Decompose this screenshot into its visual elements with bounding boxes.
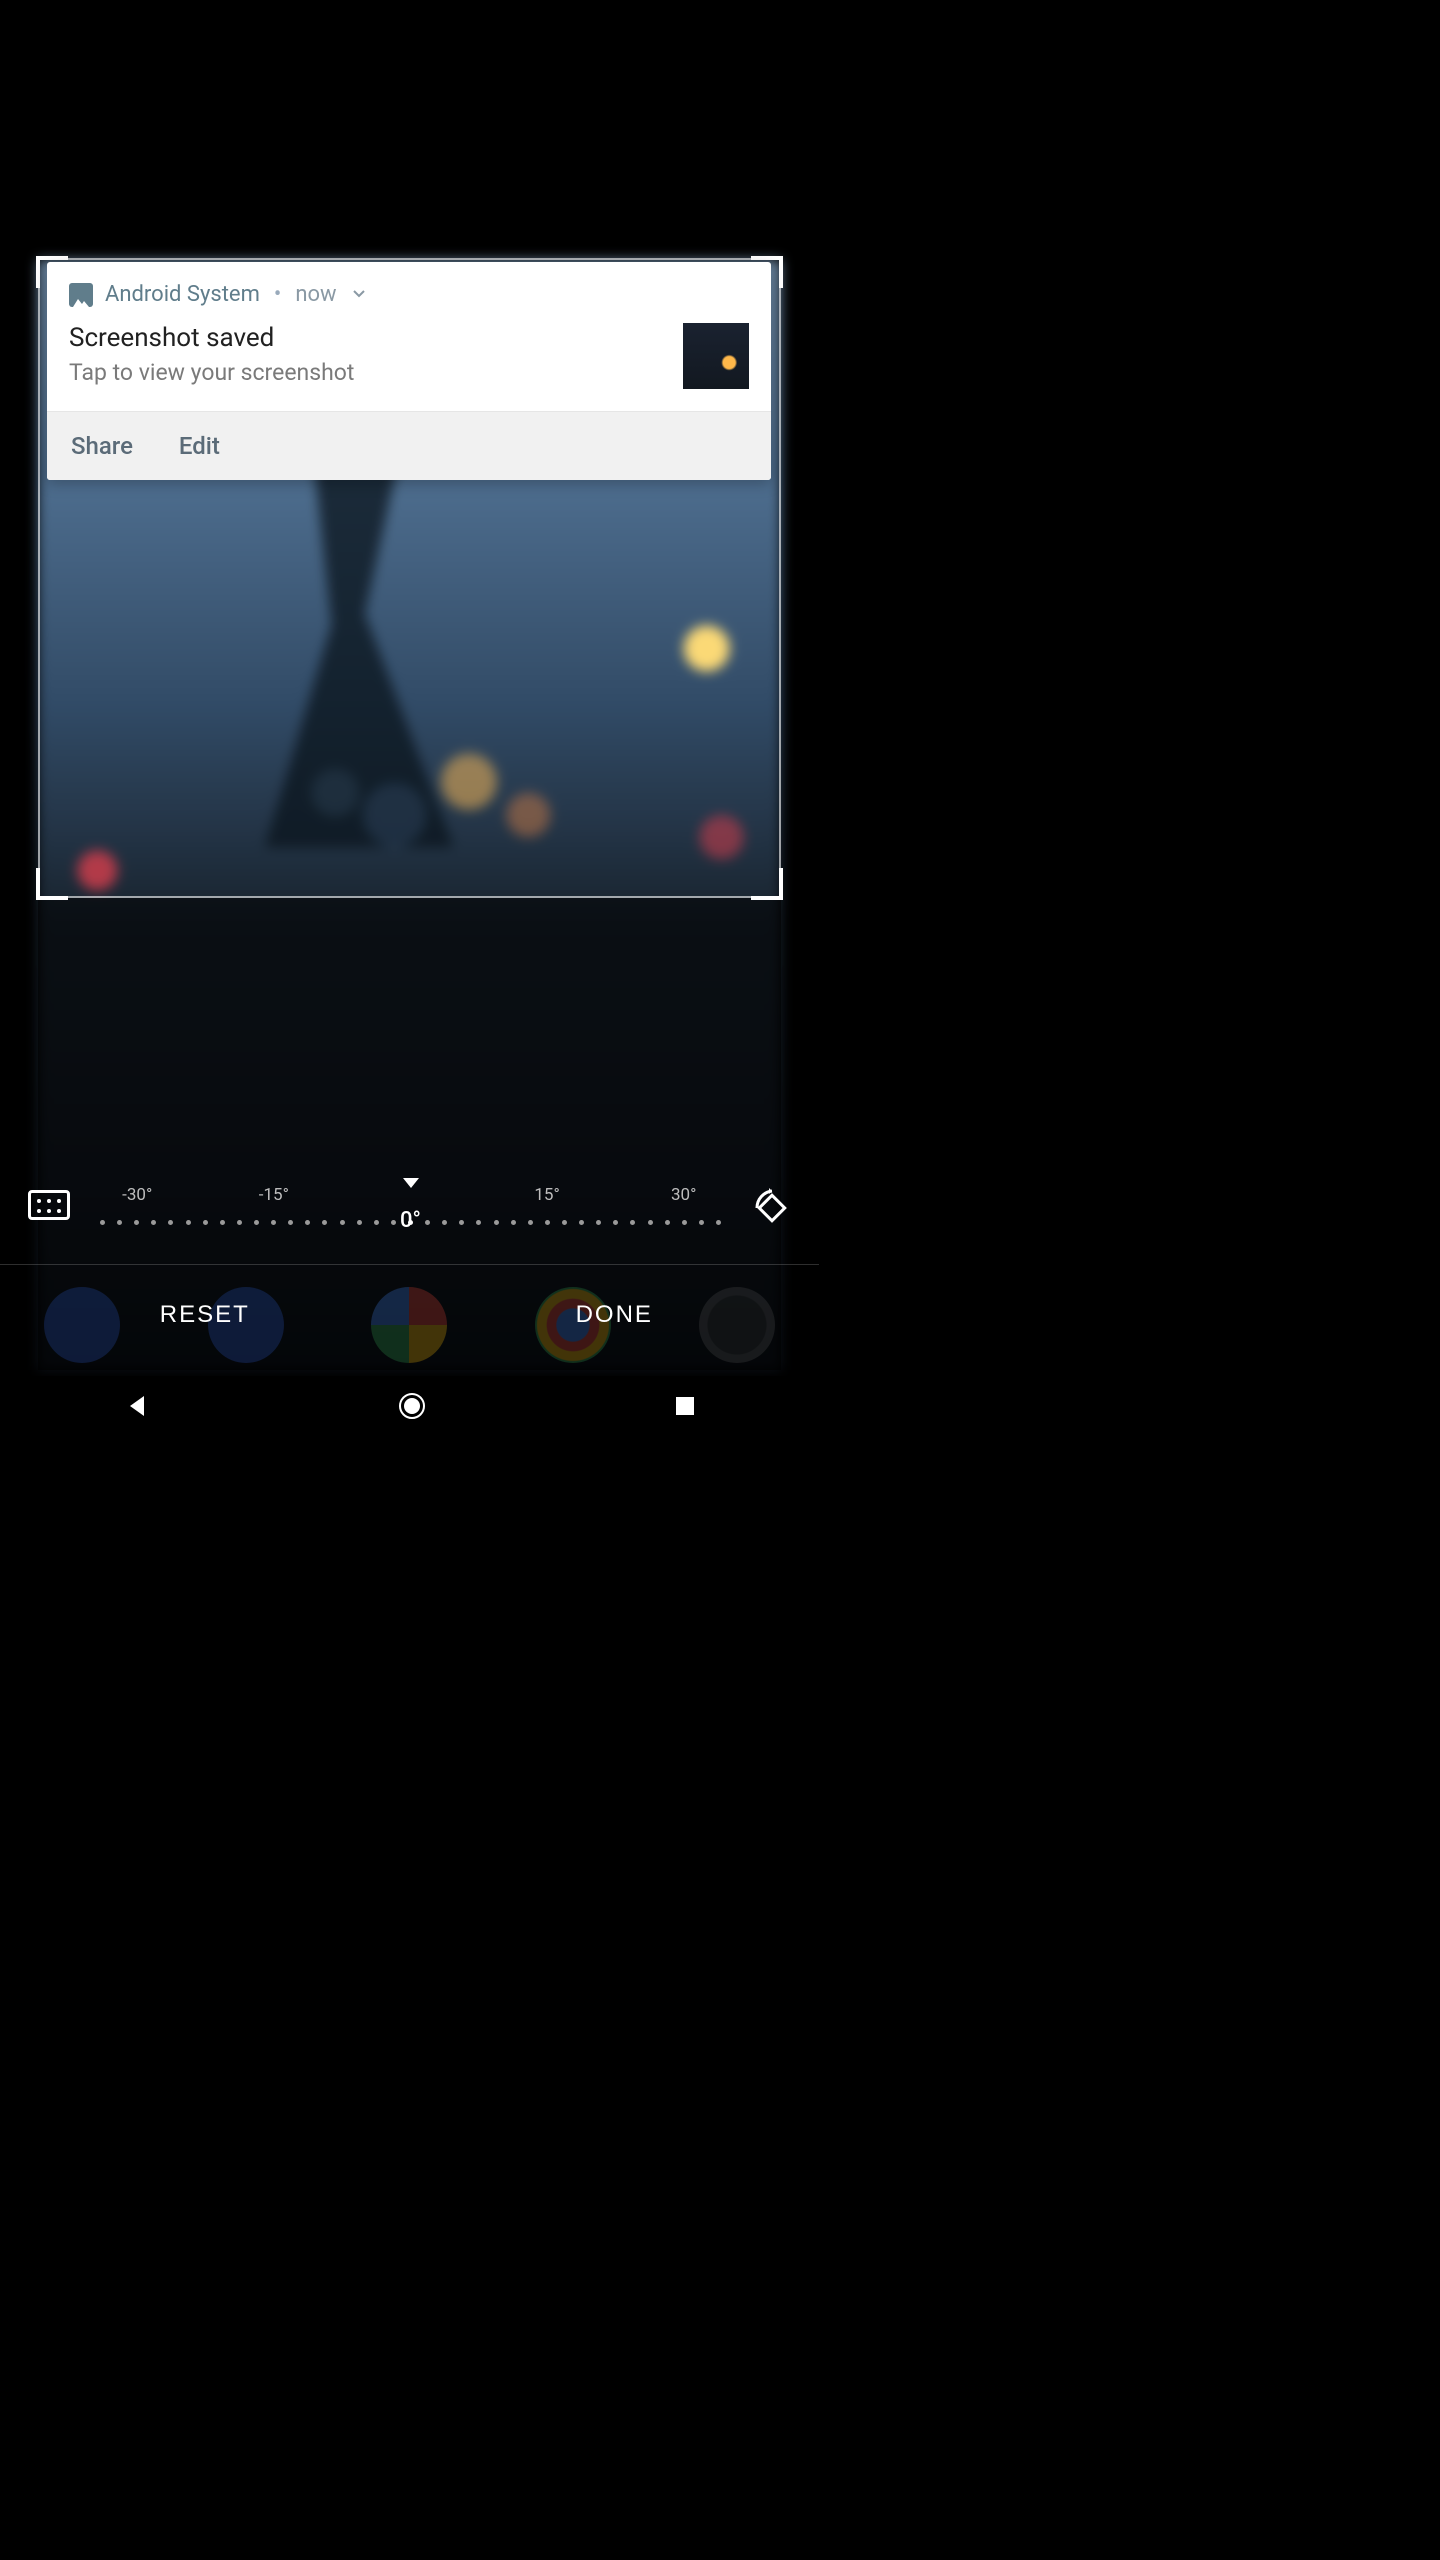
- image-icon: [69, 283, 93, 307]
- android-nav-bar: [0, 1376, 819, 1440]
- nav-home-button[interactable]: [397, 1391, 427, 1425]
- dial-current-value: 0°: [400, 1208, 421, 1233]
- chevron-down-icon[interactable]: [349, 283, 369, 307]
- dial-label: -15°: [259, 1185, 289, 1205]
- notification-time: now: [295, 282, 336, 307]
- share-button[interactable]: Share: [71, 432, 133, 460]
- rotation-dial[interactable]: -30° -15° 15° 30° 0°: [100, 1185, 721, 1225]
- dial-label: 15°: [534, 1185, 559, 1205]
- screenshot-thumbnail: [683, 323, 749, 389]
- edit-button[interactable]: Edit: [179, 432, 220, 460]
- notification-header[interactable]: Android System • now: [47, 262, 771, 313]
- nav-recent-button[interactable]: [674, 1395, 696, 1421]
- done-button[interactable]: DONE: [410, 1265, 820, 1364]
- rotate-90-button[interactable]: [751, 1185, 791, 1225]
- notification-title: Screenshot saved: [69, 323, 354, 353]
- aspect-ratio-button[interactable]: [28, 1190, 70, 1220]
- screenshot-notification[interactable]: Android System • now Screenshot saved Ta…: [47, 262, 771, 480]
- dial-label: -30°: [122, 1185, 152, 1205]
- dial-label: 30°: [671, 1185, 696, 1205]
- notification-body[interactable]: Screenshot saved Tap to view your screen…: [47, 313, 771, 411]
- separator-dot: •: [274, 282, 281, 307]
- notification-app-name: Android System: [105, 282, 260, 307]
- notification-subtitle: Tap to view your screenshot: [69, 359, 354, 386]
- dial-pointer-icon: [403, 1173, 419, 1192]
- reset-button[interactable]: RESET: [0, 1265, 410, 1364]
- nav-back-button[interactable]: [124, 1393, 150, 1423]
